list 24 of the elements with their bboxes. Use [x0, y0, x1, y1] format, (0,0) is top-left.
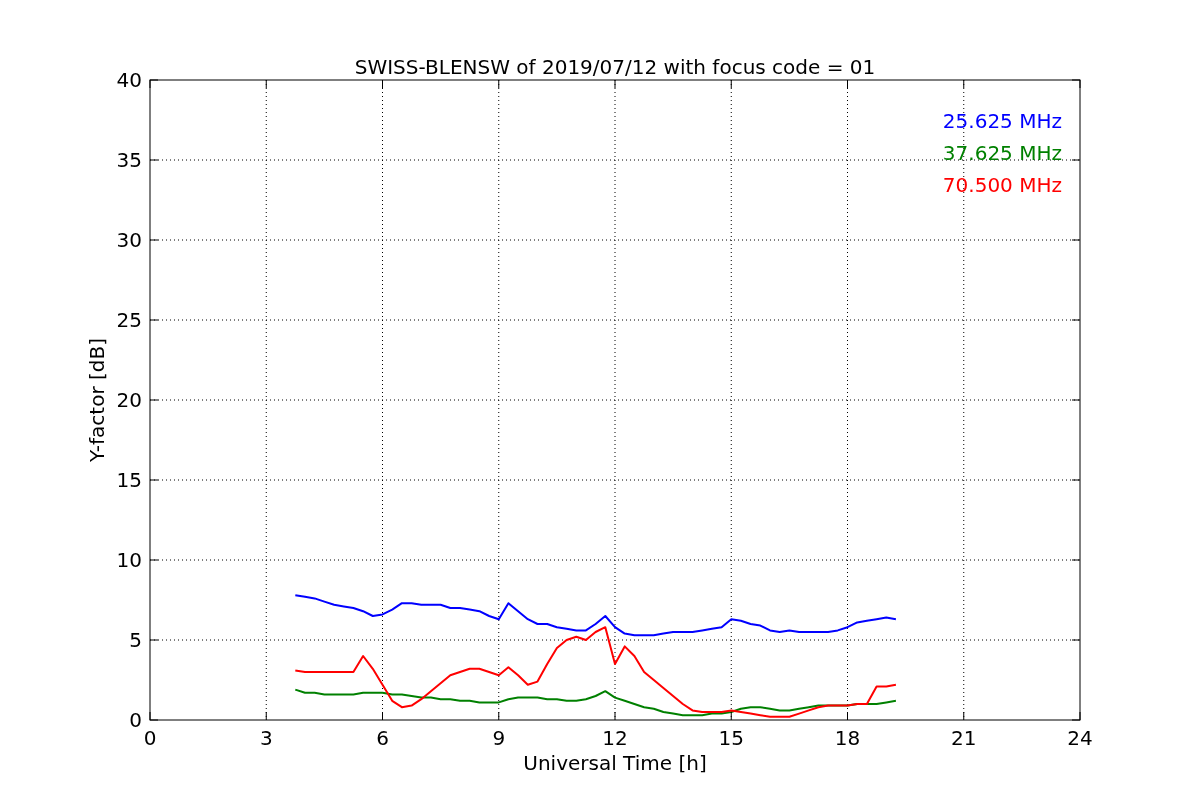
- tick-label: 12: [602, 726, 628, 750]
- legend-label: 70.500 MHz: [942, 173, 1062, 197]
- tick-label: 24: [1067, 726, 1093, 750]
- tick-label: 20: [116, 388, 142, 412]
- legend-label: 37.625 MHz: [942, 141, 1062, 165]
- tick-label: 35: [116, 148, 142, 172]
- tick-label: 5: [129, 628, 142, 652]
- tick-label: 0: [143, 726, 157, 750]
- tick-label: 40: [116, 68, 142, 92]
- tick-label: 9: [492, 726, 506, 750]
- tick-label: 18: [834, 726, 861, 750]
- chart-title: SWISS-BLENSW of 2019/07/12 with focus code = 01: [354, 55, 876, 79]
- axis-label: Universal Time [h]: [523, 751, 707, 775]
- tick-label: 0: [129, 708, 142, 732]
- tick-label: 30: [116, 228, 142, 252]
- tick-label: 6: [376, 726, 389, 750]
- tick-label: 25: [116, 308, 142, 332]
- legend-label: 25.625 MHz: [942, 109, 1062, 133]
- tick-label: 3: [259, 726, 273, 750]
- tick-label: 10: [116, 548, 142, 572]
- tick-label: 15: [718, 726, 744, 750]
- tick-label: 15: [116, 468, 142, 492]
- tick-label: 21: [951, 726, 977, 750]
- axis-label: Y-factor [dB]: [85, 338, 109, 462]
